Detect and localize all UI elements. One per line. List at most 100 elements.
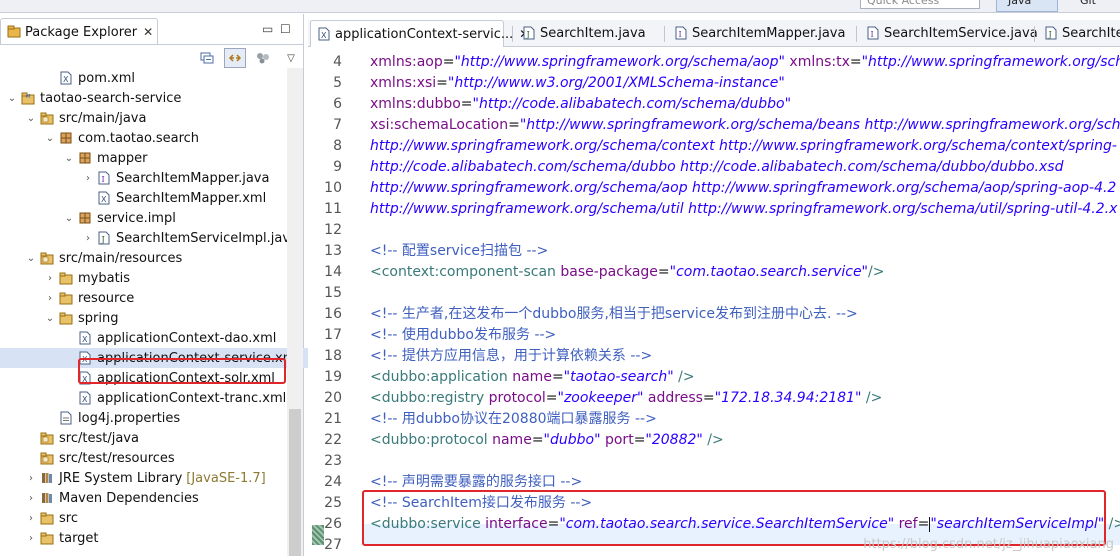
tree-item[interactable]: › Maven Dependencies <box>0 488 312 508</box>
code-token: protocol <box>484 390 546 406</box>
code-token: "http://www.springframework.org/sch <box>861 54 1120 70</box>
code-token: http://www.springframework.org/schema/ut… <box>370 201 1118 217</box>
chevron-right-icon[interactable]: › <box>25 493 37 504</box>
editor-tab[interactable]: I SearchItemMapper.java <box>668 20 845 46</box>
code-line[interactable]: <context:component-scan base-package="co… <box>370 262 884 283</box>
package-explorer-icon <box>7 25 21 39</box>
close-icon[interactable]: ✕ <box>143 25 153 39</box>
xml-file-icon: X <box>96 190 112 206</box>
code-line[interactable]: xmlns:dubbo="http://code.alibabatech.com… <box>370 94 791 115</box>
code-line[interactable]: <!-- 配置service扫描包 --> <box>370 241 548 262</box>
package-explorer-view: Package Explorer ✕ ▭ ☐ ▽ Xpom.xml ⌄ Mtaota… <box>0 14 350 556</box>
code-token: = <box>702 390 715 406</box>
minimize-icon[interactable]: ▭ <box>262 22 273 36</box>
code-line[interactable]: <!-- 用dubbo协议在20880端口暴露服务 --> <box>370 409 657 430</box>
code-token: = <box>551 369 564 385</box>
tree-item[interactable]: ⌄ spring <box>0 308 331 328</box>
editor-tab[interactable]: I SearchItemService.java <box>860 20 1038 46</box>
code-token: name <box>487 432 532 448</box>
code-token: = <box>657 264 670 280</box>
tree-item[interactable]: Xpom.xml <box>0 68 331 88</box>
chevron-right-icon[interactable]: › <box>44 273 56 284</box>
collapse-all-icon[interactable] <box>196 48 218 68</box>
code-line[interactable]: <dubbo:protocol name="dubbo" port="20882… <box>370 430 724 451</box>
tree-item-label: com.taotao.search <box>78 130 200 146</box>
tree-item-label: service.impl <box>97 210 176 226</box>
tab-separator <box>1034 26 1035 42</box>
chevron-down-icon[interactable]: ⌄ <box>25 253 37 264</box>
tree-item[interactable]: › mybatis <box>0 268 331 288</box>
line-number: 25 <box>324 495 342 511</box>
tree-item[interactable]: ⌄ src/main/resources <box>0 248 312 268</box>
code-line[interactable]: http://www.springframework.org/schema/ut… <box>370 199 1117 220</box>
tree-item-label: taotao-search-service <box>40 90 182 106</box>
package-explorer-tab[interactable]: Package Explorer ✕ <box>0 18 158 45</box>
editor-tab[interactable]: J SearchItemS <box>1038 20 1120 46</box>
code-line[interactable]: xmlns:xsi="http://www.w3.org/2001/XMLSch… <box>370 73 785 94</box>
code-token: "20882" <box>645 432 703 448</box>
code-line[interactable]: <!-- 生产者,在这发布一个dubbo服务,相当于把service发布到注册中… <box>370 304 858 325</box>
code-line[interactable]: <!-- 提供方应用信息，用于计算依赖关系 --> <box>370 346 652 367</box>
line-number: 26 <box>324 516 342 532</box>
chevron-right-icon[interactable]: › <box>82 173 94 184</box>
tree-item[interactable]: ⌄ com.taotao.search <box>0 128 331 148</box>
tree-item[interactable]: ⌄ src/main/java <box>0 108 312 128</box>
chevron-down-icon[interactable]: ⌄ <box>63 153 75 164</box>
tab-separator <box>512 26 513 42</box>
tree-item[interactable]: log4j.properties <box>0 408 331 428</box>
chevron-down-icon[interactable]: ⌄ <box>63 213 75 224</box>
chevron-down-icon[interactable]: ⌄ <box>25 113 37 124</box>
code-token: "http://www.springframework.org/schema/a… <box>454 54 785 70</box>
tree-item[interactable]: ⌄ Mtaotao-search-service <box>0 88 293 108</box>
maximize-icon[interactable]: ☐ <box>280 22 291 36</box>
code-line[interactable]: http://www.springframework.org/schema/co… <box>370 136 1117 157</box>
chevron-right-icon[interactable]: › <box>82 233 94 244</box>
code-token: = <box>508 117 520 133</box>
explorer-scrollbar-thumb[interactable] <box>289 409 301 556</box>
link-with-editor-icon[interactable] <box>224 48 246 68</box>
perspective-java-label[interactable]: Java <box>1008 0 1031 8</box>
svg-text:I: I <box>679 30 682 39</box>
code-token: <!-- 提供方应用信息，用于计算依赖关系 --> <box>370 348 653 364</box>
editor-tab[interactable]: J SearchItem.java <box>516 20 646 46</box>
code-line[interactable]: http://www.springframework.org/schema/ao… <box>370 178 1116 199</box>
chevron-right-icon[interactable]: › <box>25 533 37 544</box>
svg-text:M: M <box>26 94 30 100</box>
tree-item[interactable]: src/test/resources <box>0 448 312 468</box>
code-token: "com.taotao.search.service" <box>669 264 868 280</box>
code-line[interactable]: <!-- 使用dubbo发布服务 --> <box>370 325 556 346</box>
chevron-right-icon[interactable]: › <box>25 513 37 524</box>
chevron-down-icon[interactable]: ⌄ <box>44 133 56 144</box>
line-number: 21 <box>324 411 342 427</box>
tree-item[interactable]: › JRE System Library [JavaSE-1.7] <box>0 468 312 488</box>
code-token: = <box>436 75 448 91</box>
chevron-right-icon[interactable]: › <box>25 473 37 484</box>
code-token: base-package <box>555 264 658 280</box>
chevron-down-icon[interactable]: ⌄ <box>44 313 56 324</box>
code-line[interactable]: xmlns:aop="http://www.springframework.or… <box>370 52 1120 73</box>
tree-item[interactable]: › target <box>0 528 312 548</box>
focus-icon[interactable] <box>252 48 274 68</box>
view-menu-icon[interactable]: ▽ <box>280 48 302 68</box>
code-token: = <box>633 432 646 448</box>
chevron-right-icon[interactable]: › <box>44 293 56 304</box>
line-number: 15 <box>324 285 342 301</box>
editor-tabs: XapplicationContext-servic...✕JSearchIte… <box>308 20 1120 47</box>
chevron-down-icon[interactable]: ⌄ <box>6 93 18 104</box>
line-number: 19 <box>324 369 342 385</box>
code-line[interactable]: xsi:schemaLocation="http://www.springfra… <box>370 115 1120 136</box>
code-line[interactable]: http://code.alibabatech.com/schema/dubbo… <box>370 157 1063 178</box>
quick-access-input[interactable]: Quick Access <box>860 0 980 9</box>
editor-tab[interactable]: XapplicationContext-servic...✕ <box>310 20 529 47</box>
code-token: /> <box>861 390 883 406</box>
code-token: xsi:schemaLocation <box>370 117 509 133</box>
perspective-git-label[interactable]: Git <box>1080 0 1096 8</box>
tree-item[interactable]: src/test/java <box>0 428 312 448</box>
code-line[interactable]: <dubbo:application name="taotao-search" … <box>370 367 695 388</box>
tabbar-divider <box>0 44 303 45</box>
tree-item[interactable]: › src <box>0 508 312 528</box>
line-number: 22 <box>324 432 342 448</box>
project-icon: M <box>20 90 36 106</box>
tree-item[interactable]: › resource <box>0 288 331 308</box>
code-line[interactable]: <dubbo:registry protocol="zookeeper" add… <box>370 388 882 409</box>
